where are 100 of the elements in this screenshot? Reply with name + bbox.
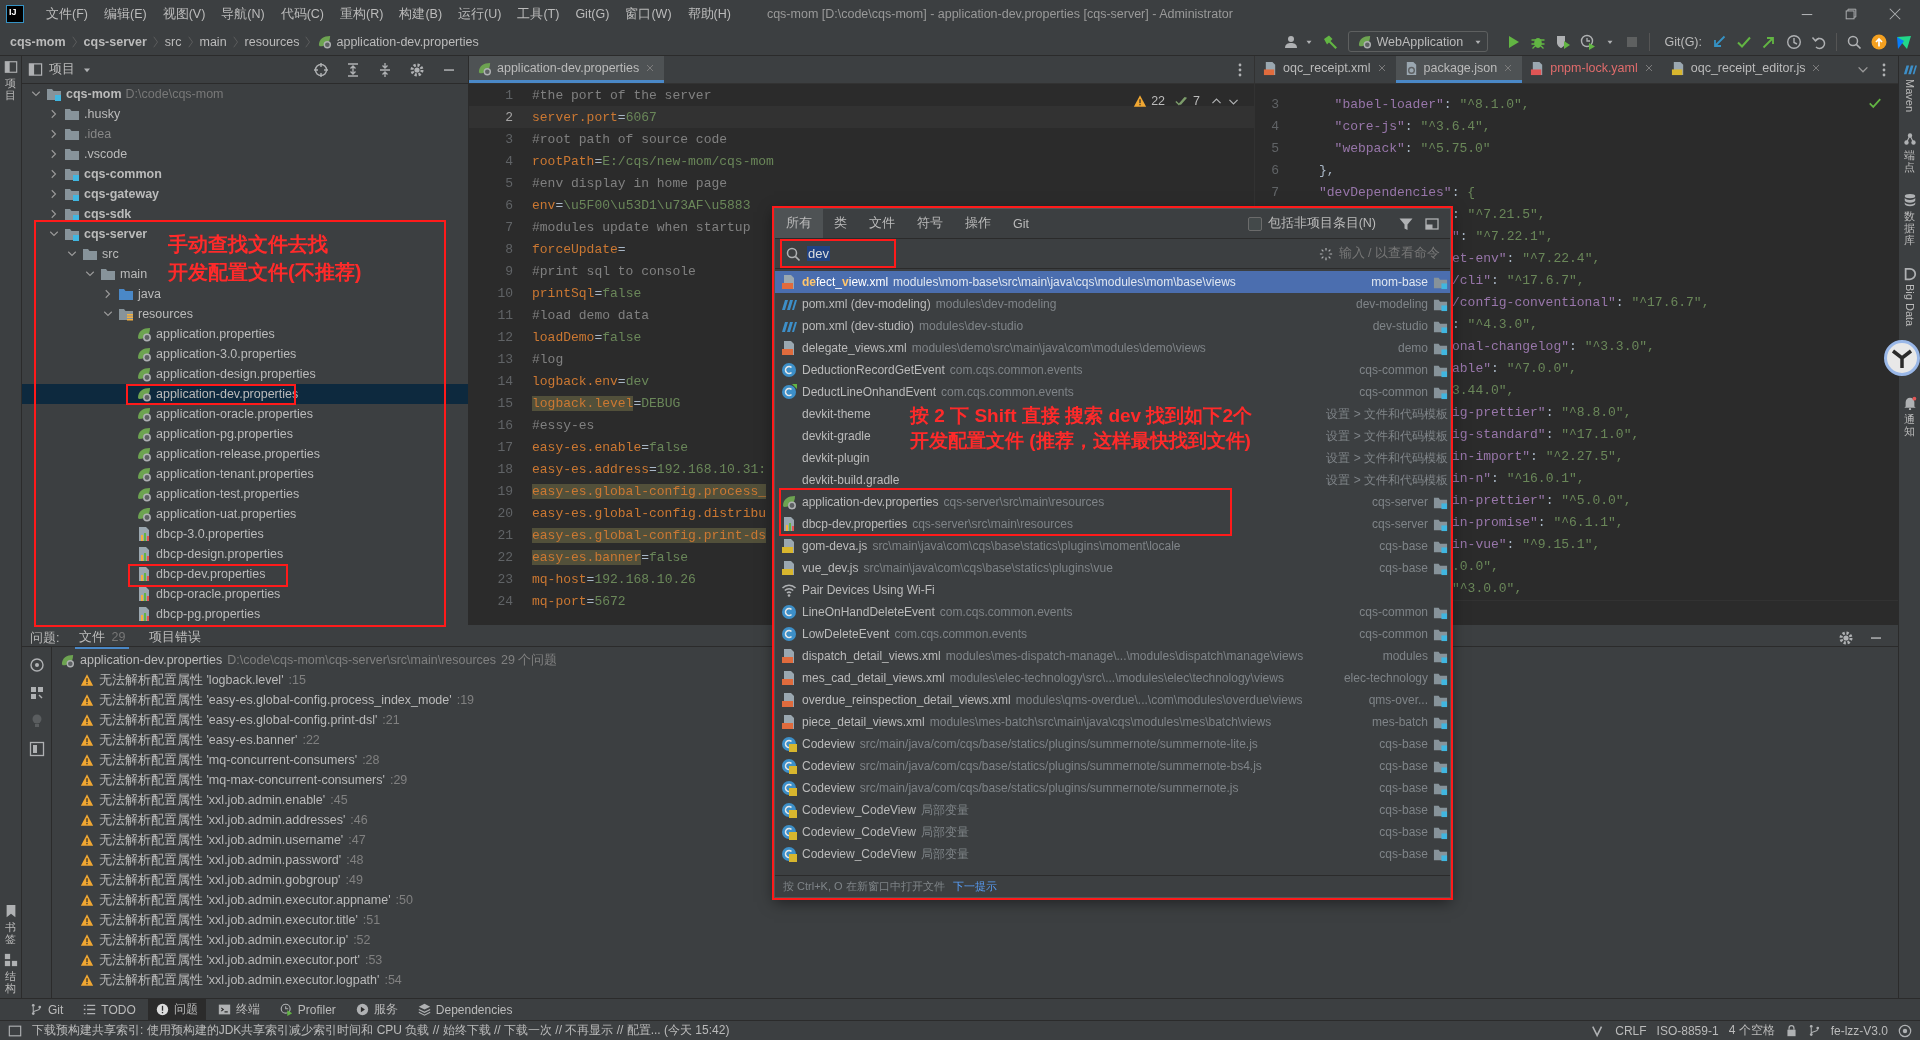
tree-item[interactable]: cqs-mom D:\code\cqs-mom [22, 84, 224, 104]
structure-icon[interactable] [3, 952, 18, 967]
floating-assistant-icon[interactable] [1884, 340, 1920, 376]
breadcrumb[interactable]: cqs-server [83, 34, 147, 49]
problem-item[interactable]: 无法解析配置属性 'xxl.job.admin.enable' :45 [60, 790, 348, 810]
search-result[interactable]: DeductionRecordGetEvent com.cqs.common.events cqs-common [775, 359, 1450, 381]
tool-window-button[interactable]: Big Data [1903, 283, 1916, 326]
search-icon[interactable] [1846, 33, 1862, 50]
hammer-icon[interactable] [1322, 33, 1339, 50]
problem-item[interactable]: 无法解析配置属性 'mq-max-concurrent-consumers' :29 [60, 770, 408, 790]
editor-tab[interactable]: oqc_receipt_editor.js [1662, 56, 1831, 83]
menu-item[interactable]: 窗口(W) [617, 5, 680, 23]
nodes-icon[interactable] [1902, 132, 1917, 147]
tool-window-button[interactable]: 数据库 [1904, 210, 1915, 247]
warning-count[interactable]: 22 [1151, 94, 1166, 108]
collapse-all-icon[interactable] [377, 61, 393, 78]
search-result[interactable]: Codeview_CodeView 局部变量 cqs-base [775, 843, 1450, 865]
search-result[interactable]: mes_cad_detail_views.xml modules\elec-technology\src\...\modules\elec\technology\views elec-technology [775, 667, 1450, 689]
search-result[interactable]: DeductLineOnhandEvent com.cqs.common.events cqs-common [775, 381, 1450, 403]
problem-item[interactable]: 无法解析配置属性 'xxl.job.admin.username' :47 [60, 830, 366, 850]
update-icon[interactable] [1871, 33, 1887, 50]
tool-window-tab[interactable]: 服务 [347, 998, 406, 1021]
panel-title[interactable]: 项目 [49, 61, 75, 78]
expand-all-icon[interactable] [345, 61, 361, 78]
user-icon[interactable] [1283, 33, 1300, 50]
app-logo[interactable]: IJ [6, 5, 24, 23]
search-result[interactable]: Codeview src/main/java/com/cqs/base/statics/plugins/summernote/summernote-bs4.js cqs-base [775, 755, 1450, 777]
problem-item[interactable]: 无法解析配置属性 'xxl.job.admin.executor.ip' :52 [60, 930, 371, 950]
search-result[interactable]: defect_view.xml modules\mom-base\src\main\java\cqs\modules\mom\base\views mom-base [775, 271, 1450, 293]
problem-item[interactable]: 无法解析配置属性 'logback.level' :15 [60, 670, 306, 690]
tree-item[interactable]: dbcp-dev.properties [22, 564, 266, 584]
search-result[interactable]: vue_dev.js src\main\java\com\cqs\base\statics\plugins\vue cqs-base [775, 557, 1450, 579]
search-result[interactable]: gom-deva.js src\main\java\com\cqs\base\statics\plugins\moment\locale cqs-base [775, 535, 1450, 557]
window-icon[interactable] [1424, 215, 1440, 232]
popup-tab[interactable]: 符号 [906, 209, 954, 238]
search-result[interactable]: overdue_reinspection_detail_views.xml modules\qms-overdue\...\com\modules\overdue\views qms-over... [775, 689, 1450, 711]
crosshair-icon[interactable] [313, 61, 329, 78]
breadcrumb[interactable]: application-dev.properties [336, 34, 479, 49]
lock-icon[interactable] [1784, 1024, 1798, 1037]
warning-icon[interactable] [1133, 94, 1148, 108]
tree-item[interactable]: resources [22, 304, 193, 324]
close-icon[interactable] [1888, 7, 1902, 21]
bell-icon[interactable] [1902, 395, 1917, 410]
problem-item[interactable]: 无法解析配置属性 'xxl.job.admin.executor.logpath' :54 [60, 970, 402, 990]
breadcrumb[interactable]: resources [244, 34, 300, 49]
problem-item[interactable]: 无法解析配置属性 'mq-concurrent-consumers' :28 [60, 750, 380, 770]
search-result[interactable]: Codeview src/main/java/com/cqs/base/statics/plugins/summernote/summernote.js cqs-base [775, 777, 1450, 799]
tool-window-button[interactable]: 结构 [5, 969, 16, 994]
tree-item[interactable]: .idea [22, 124, 112, 144]
search-result[interactable]: LowDeleteEvent com.cqs.common.events cqs-common [775, 623, 1450, 645]
tool-window-button[interactable]: Maven [1903, 79, 1916, 113]
tool-window-tab[interactable]: Git [22, 998, 72, 1021]
popup-tab[interactable]: 文件 [858, 209, 906, 238]
problem-file[interactable]: application-dev.properties D:\code\cqs-mom\cqs-server\src\main\resources 29 个问题 [60, 650, 558, 670]
search-result[interactable]: delegate_views.xml modules\demo\src\main\java\com\modules\demo\views demo [775, 337, 1450, 359]
tool-window-button[interactable]: 通知 [1904, 412, 1915, 437]
problem-item[interactable]: 无法解析配置属性 'xxl.job.admin.addresses' :46 [60, 810, 368, 830]
tree-item[interactable]: dbcp-3.0.properties [22, 524, 264, 544]
editor-tab[interactable]: oqc_receipt.xml [1255, 56, 1396, 83]
breadcrumb[interactable]: main [199, 34, 227, 49]
editor-tab[interactable]: package.json [1395, 56, 1523, 83]
problem-item[interactable]: 无法解析配置属性 'xxl.job.admin.executor.port' :53 [60, 950, 383, 970]
problem-item[interactable]: 无法解析配置属性 'xxl.job.admin.executor.title' :51 [60, 910, 381, 930]
tool-window-button[interactable]: 书签 [5, 920, 16, 945]
menu-item[interactable]: 运行(U) [450, 5, 510, 23]
tree-item[interactable]: application.properties [22, 324, 275, 344]
tree-item[interactable]: application-uat.properties [22, 504, 297, 524]
search-result[interactable]: devkit-build.gradle [802, 473, 900, 487]
search-result[interactable]: devkit-theme [802, 407, 871, 421]
tree-item[interactable]: .vscode [22, 144, 128, 164]
search-result[interactable]: LineOnHandDeleteEvent com.cqs.common.events cqs-common [775, 601, 1450, 623]
tree-item[interactable]: application-pg.properties [22, 424, 293, 444]
check-count[interactable]: 7 [1193, 94, 1200, 108]
layout-icon[interactable] [8, 1023, 22, 1038]
tree-item[interactable]: main [22, 264, 148, 284]
tree-item[interactable]: dbcp-design.properties [22, 544, 284, 564]
panel-tab[interactable]: 项目错误 [145, 627, 206, 649]
search-result[interactable]: pom.xml (dev-studio) modules\dev-studio dev-studio [775, 315, 1450, 337]
menu-item[interactable]: 导航(N) [213, 5, 273, 23]
search-result[interactable]: devkit-gradle [802, 429, 871, 443]
status-item[interactable]: 4 个空格 [1728, 1022, 1775, 1039]
settings-icon[interactable] [409, 61, 425, 78]
problem-item[interactable]: 无法解析配置属性 'easy-es.global-config.process_index_mode' :19 [60, 690, 475, 710]
status-item[interactable]: ISO-8859-1 [1656, 1023, 1719, 1038]
menu-item[interactable]: 构建(B) [391, 5, 451, 23]
tree-item[interactable]: dbcp-pg.properties [22, 604, 261, 624]
profiler-icon[interactable] [1579, 33, 1596, 50]
tree-item[interactable]: application-release.properties [22, 444, 320, 464]
preview-icon[interactable] [28, 741, 45, 757]
popup-tab[interactable]: Git [1002, 209, 1040, 238]
breadcrumb[interactable]: cqs-mom [10, 34, 66, 49]
menu-item[interactable]: 帮助(H) [679, 5, 739, 23]
checkbox-label[interactable]: 包括非项目条目(N) [1267, 215, 1376, 232]
group-icon[interactable] [28, 685, 45, 701]
checkbox[interactable] [1247, 216, 1262, 231]
tool-window-tab[interactable]: TODO [75, 998, 144, 1021]
menu-item[interactable]: Git(G) [567, 7, 618, 21]
tool-window-tab[interactable]: Dependencies [409, 998, 521, 1021]
menu-item[interactable]: 代码(C) [272, 5, 333, 23]
branch-icon[interactable] [1807, 1024, 1821, 1037]
